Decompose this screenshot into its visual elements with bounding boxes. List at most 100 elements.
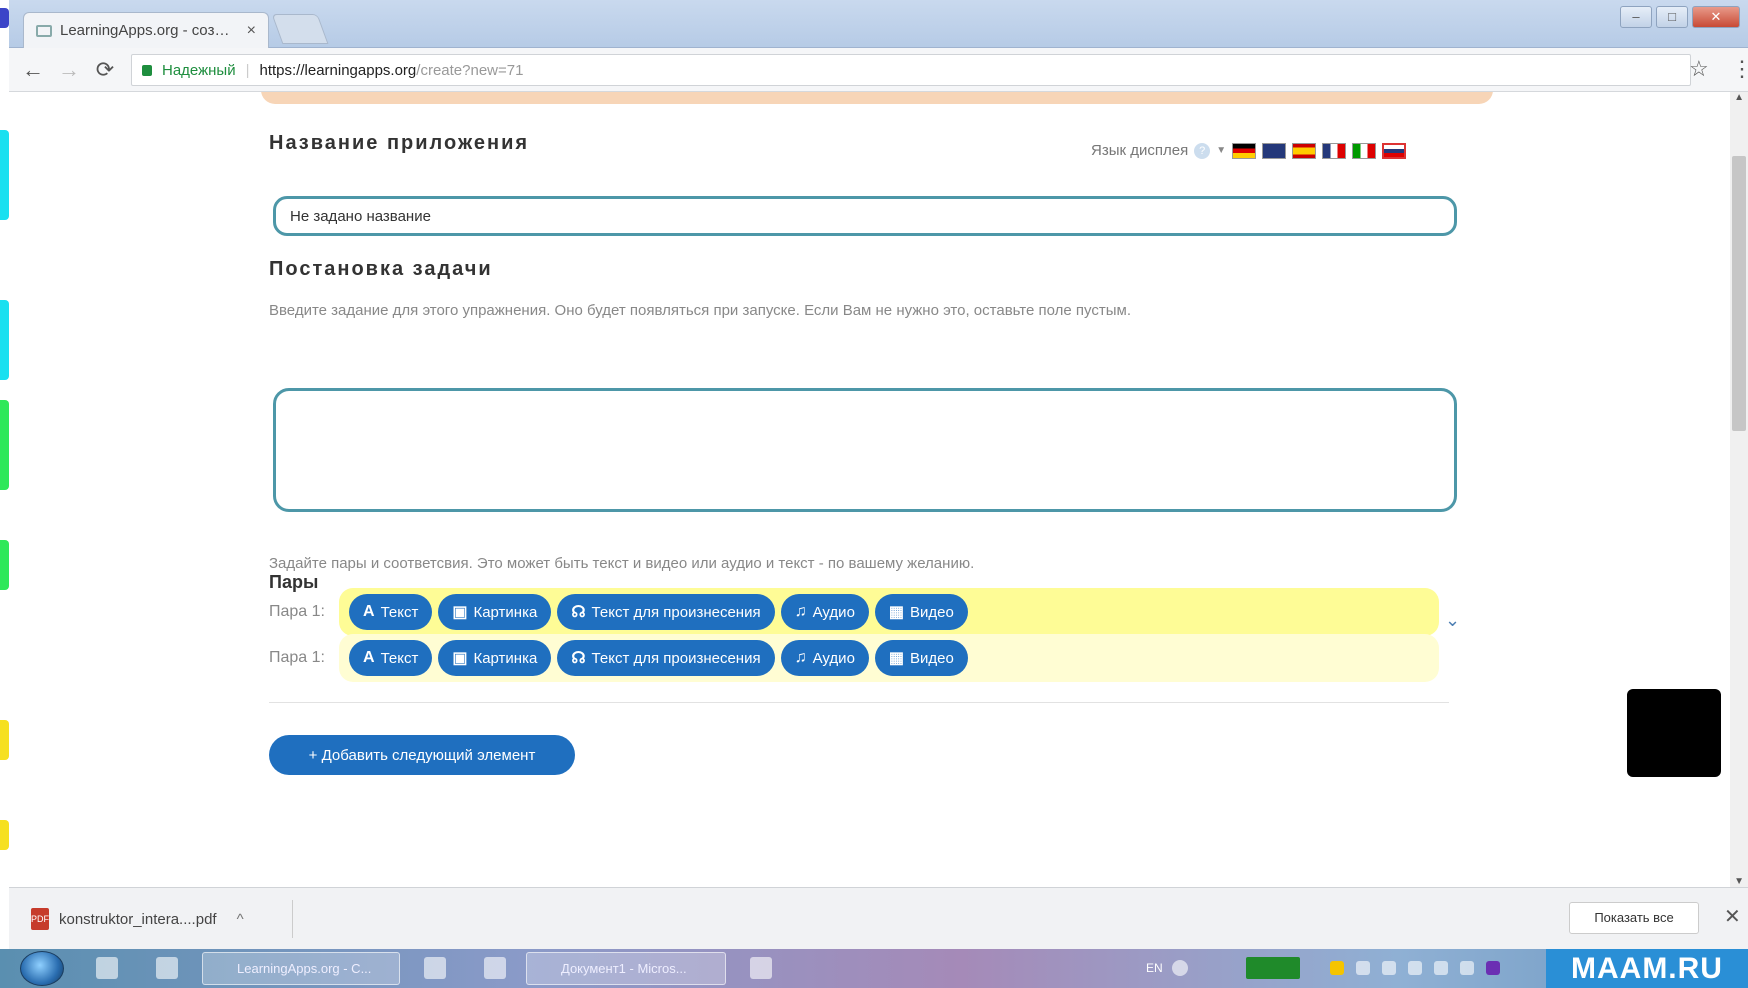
page-viewport: Название приложения Язык дисплея ? ▼ Пос… (9, 92, 1748, 887)
address-bar[interactable]: Надежный | https://learningapps.org /cre… (131, 54, 1691, 86)
music-note-icon: ♫ (794, 649, 807, 666)
image-button[interactable]: ▣ Картинка (438, 594, 552, 630)
task-textarea[interactable] (273, 388, 1457, 512)
image-button[interactable]: ▣ Картинка (438, 640, 552, 676)
tray-icon[interactable] (1460, 961, 1474, 975)
flag-german-icon[interactable] (1232, 142, 1257, 159)
pair-row: Пара 1: A Текст ▣ Картинка ☊ Текст для прои… (269, 588, 1449, 636)
reload-icon[interactable]: ⟳ (87, 57, 123, 83)
taskbar-chrome-task[interactable]: LearningApps.org - C... (202, 952, 400, 985)
tray-icon[interactable] (1330, 961, 1344, 975)
decor-segment (0, 820, 9, 850)
video-button[interactable]: ▦ Видео (874, 640, 968, 676)
browser-tab[interactable]: LearningApps.org - coз… × (23, 12, 269, 48)
download-file-name: konstruktor_intera....pdf (59, 910, 217, 928)
new-tab-button[interactable] (271, 14, 329, 44)
headphones-icon: ☊ (571, 650, 586, 667)
button-label: Текст для произнесения (591, 603, 761, 621)
headphones-icon: ☊ (571, 604, 586, 621)
button-label: Картинка (473, 603, 538, 621)
network-icon[interactable] (1382, 961, 1396, 975)
tab-title: LearningApps.org - coз… (60, 22, 230, 39)
app-pin-icon[interactable] (484, 957, 506, 979)
help-icon[interactable]: ? (1194, 142, 1211, 159)
text-icon: A (363, 603, 375, 620)
button-label: Текст (380, 603, 419, 621)
bookmark-star-icon[interactable]: ☆ (1689, 56, 1709, 82)
caret-up-icon[interactable]: ^ (237, 911, 244, 928)
text-button[interactable]: A Текст (349, 640, 433, 676)
lock-icon (142, 64, 152, 76)
help-tray-icon[interactable] (1172, 960, 1188, 976)
scroll-down-icon[interactable]: ▼ (1734, 876, 1744, 887)
windows-taskbar: LearningApps.org - C... Документ1 - Micr… (0, 949, 1748, 988)
start-button-icon[interactable] (20, 951, 64, 986)
audio-button[interactable]: ♫ Аудио (780, 640, 869, 676)
video-button[interactable]: ▦ Видео (874, 594, 968, 630)
button-label: Видео (910, 603, 954, 621)
secure-label: Надежный (162, 61, 236, 79)
download-item[interactable]: PDF konstruktor_intera....pdf ^ (31, 900, 293, 938)
ie-icon[interactable] (96, 957, 118, 979)
back-icon[interactable]: ← (15, 57, 51, 83)
text-button[interactable]: A Текст (349, 594, 433, 630)
decorative-left-border (0, 0, 9, 988)
language-indicator[interactable]: EN (1146, 961, 1163, 975)
forward-icon[interactable]: → (51, 57, 87, 83)
music-note-icon: ♫ (794, 603, 807, 620)
download-bar: PDF konstruktor_intera....pdf ^ Показать… (9, 887, 1748, 949)
button-label: Аудио (812, 649, 855, 667)
browser-tab-strip: LearningApps.org - coз… × – □ ✕ (9, 0, 1748, 48)
tray-icon[interactable] (1408, 961, 1422, 975)
battery-icon[interactable] (1246, 957, 1300, 979)
tray-icon[interactable] (1356, 961, 1370, 975)
app-pin-icon[interactable] (750, 957, 772, 979)
image-icon: ▣ (452, 604, 468, 621)
pairs-description: Задайте пары и соответсвия. Это может бы… (269, 555, 975, 572)
show-all-downloads-button[interactable]: Показать все (1569, 902, 1699, 934)
chevron-down-icon[interactable]: ⌄ (1445, 610, 1460, 631)
film-icon: ▦ (888, 650, 905, 667)
speech-text-button[interactable]: ☊ Текст для произнесения (557, 594, 775, 630)
flag-france-icon[interactable] (1322, 142, 1347, 159)
scroll-thumb[interactable] (1732, 156, 1746, 431)
taskbar-word-task[interactable]: Документ1 - Micros... (526, 952, 726, 985)
section-divider (269, 702, 1449, 703)
scroll-up-icon[interactable]: ▲ (1734, 92, 1744, 103)
maam-watermark-logo: MAAM.RU (1546, 949, 1748, 988)
explorer-icon[interactable] (424, 957, 446, 979)
maximize-button[interactable]: □ (1656, 6, 1688, 28)
pair-label: Пара 1: (269, 649, 325, 666)
tab-close-icon[interactable]: × (247, 22, 256, 40)
close-window-button[interactable]: ✕ (1692, 6, 1740, 28)
app-pin-icon[interactable] (156, 957, 178, 979)
text-icon: A (363, 649, 375, 666)
flag-italy-icon[interactable] (1352, 142, 1377, 159)
decor-segment (0, 720, 9, 760)
app-name-input[interactable] (273, 196, 1457, 236)
flag-russia-icon[interactable] (1382, 142, 1407, 159)
add-element-button[interactable]: + Добавить следующий элемент (269, 735, 575, 775)
favicon-icon (36, 24, 52, 37)
audio-button[interactable]: ♫ Аудио (780, 594, 869, 630)
url-path: /create?new=71 (416, 61, 524, 79)
display-language-selector[interactable]: Язык дисплея ? ▼ (1091, 142, 1407, 159)
flag-spain-icon[interactable] (1292, 142, 1317, 159)
app-name-heading: Название приложения (269, 132, 530, 154)
menu-icon[interactable]: ⋮ (1731, 56, 1748, 82)
tray-icon[interactable] (1486, 961, 1500, 975)
button-label: Картинка (473, 649, 538, 667)
close-download-bar-icon[interactable]: ✕ (1724, 904, 1741, 929)
decor-segment (0, 130, 9, 220)
browser-toolbar: ← → ⟳ Надежный | https://learningapps.or… (9, 48, 1748, 92)
minimize-button[interactable]: – (1620, 6, 1652, 28)
button-label: Текст (380, 649, 419, 667)
task-heading: Постановка задачи (269, 258, 493, 280)
caret-down-icon[interactable]: ▼ (1216, 145, 1226, 156)
flag-uk-icon[interactable] (1262, 142, 1287, 159)
speech-text-button[interactable]: ☊ Текст для произнесения (557, 640, 775, 676)
top-orange-panel (261, 92, 1493, 104)
volume-icon[interactable] (1434, 961, 1448, 975)
page-scrollbar[interactable]: ▲ ▼ (1730, 92, 1748, 887)
url-host: https://learningapps.org (259, 61, 417, 79)
